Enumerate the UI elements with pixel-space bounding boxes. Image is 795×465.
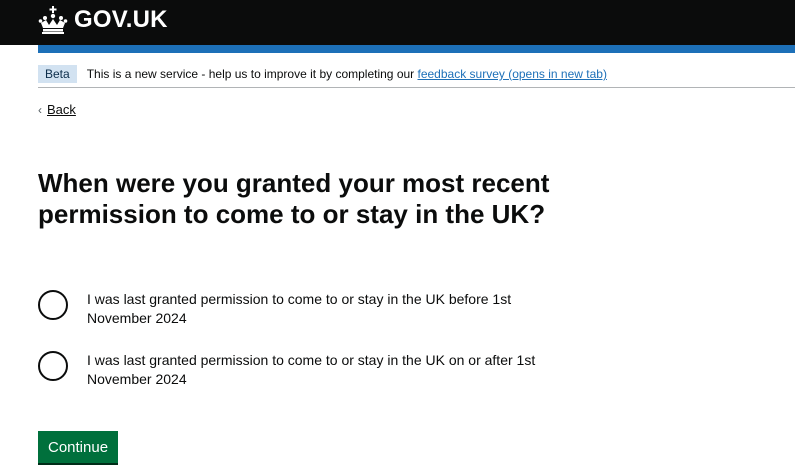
site-header: GOV.UK — [0, 0, 795, 53]
radio-option-after[interactable]: I was last granted permission to come to… — [38, 351, 557, 389]
phase-text-content: This is a new service - help us to impro… — [86, 67, 418, 81]
logo-text: GOV.UK — [74, 6, 168, 33]
continue-button[interactable]: Continue — [38, 431, 119, 463]
radio-option-before[interactable]: I was last granted permission to come to… — [38, 290, 557, 328]
feedback-survey-link[interactable]: feedback survey (opens in new tab) — [418, 67, 607, 81]
back-link[interactable]: ‹ Back — [38, 102, 76, 117]
crown-icon — [38, 6, 68, 34]
phase-tag: Beta — [38, 65, 77, 83]
govuk-logo-link[interactable]: GOV.UK — [38, 6, 168, 34]
phase-text: This is a new service - help us to impro… — [87, 67, 607, 81]
radio-button-before[interactable] — [38, 290, 68, 320]
radio-label-before[interactable]: I was last granted permission to come to… — [87, 290, 557, 328]
radio-button-after[interactable] — [38, 351, 68, 381]
chevron-left-icon: ‹ — [38, 102, 42, 117]
phase-banner: Beta This is a new service - help us to … — [38, 61, 795, 88]
back-link-label[interactable]: Back — [47, 102, 76, 117]
header-blue-bar — [38, 45, 795, 53]
page-title: When were you granted your most recent p… — [38, 168, 550, 229]
radio-label-after[interactable]: I was last granted permission to come to… — [87, 351, 557, 389]
